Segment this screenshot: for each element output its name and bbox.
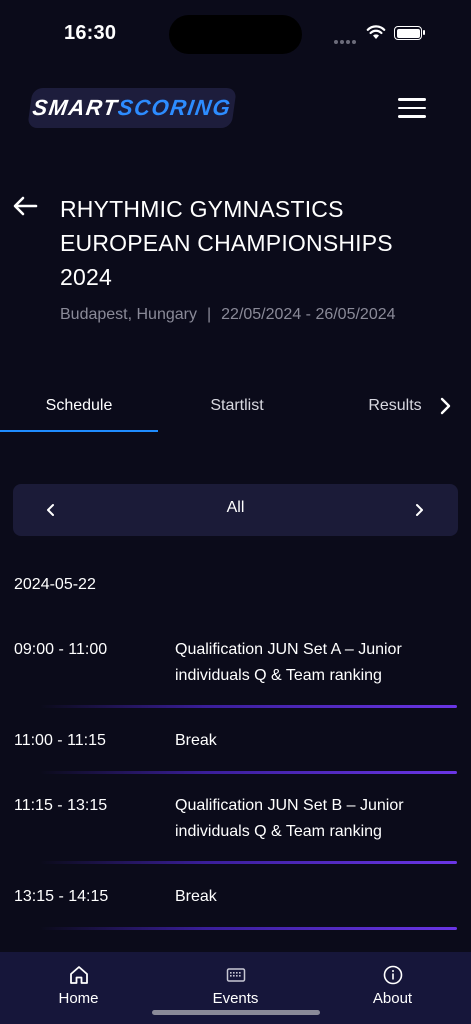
row-time: 11:00 - 11:15 [14,732,106,749]
dynamic-island [169,15,302,54]
nav-about[interactable]: About [314,952,471,1024]
home-icon [69,966,88,984]
home-indicator [152,1010,320,1015]
filter-label: All [226,499,245,516]
tab-schedule[interactable]: Schedule [0,388,158,434]
nav-events-label: Events [212,990,259,1007]
event-location: Budapest, Hungary [60,306,197,323]
row-description: Break [175,732,217,749]
event-dates: 22/05/2024 - 26/05/2024 [221,306,396,323]
row-divider [40,705,457,708]
row-time: 09:00 - 11:00 [14,641,108,658]
tab-startlist[interactable]: Startlist [158,388,316,434]
info-icon [383,965,402,985]
status-time: 16:30 [64,22,117,44]
active-tab-indicator [0,430,158,432]
wifi-icon [366,25,386,39]
events-icon [226,968,245,982]
logo-text-scoring: SCORING [116,95,234,120]
smartscoring-logo[interactable]: SMARTSCORING [27,88,237,128]
row-time: 11:15 - 13:15 [14,797,108,814]
battery-icon [394,26,425,40]
filter-next-icon[interactable] [413,500,425,520]
logo-text-smart: SMART [31,95,120,120]
row-divider [40,927,457,930]
row-description: Qualification JUN Set B – Junior individ… [175,797,404,840]
row-divider [40,861,457,864]
cellular-signal-icon [334,31,358,49]
nav-home-label: Home [58,990,99,1007]
hamburger-menu-button[interactable] [398,98,426,120]
row-description: Qualification JUN Set A – Junior individ… [175,641,402,684]
event-tabs: Schedule Startlist Results [0,388,471,434]
row-divider [40,771,457,774]
event-meta: Budapest, Hungary | 22/05/2024 - 26/05/202… [60,306,396,324]
hamburger-icon [398,98,426,101]
row-time: 13:15 - 14:15 [14,888,109,905]
schedule-date: 2024-05-22 [14,576,96,593]
tabs-scroll-right-icon[interactable] [437,396,453,416]
day-filter: All [13,484,458,536]
nav-home[interactable]: Home [0,952,157,1024]
row-description: Break [175,888,217,905]
back-arrow-icon[interactable] [12,194,38,218]
nav-about-label: About [372,990,413,1007]
meta-separator: | [206,306,212,323]
status-bar: 16:30 [0,0,471,70]
event-title: RHYTHMIC GYMNASTICS EUROPEAN CHAMPIONSHI… [60,196,393,290]
